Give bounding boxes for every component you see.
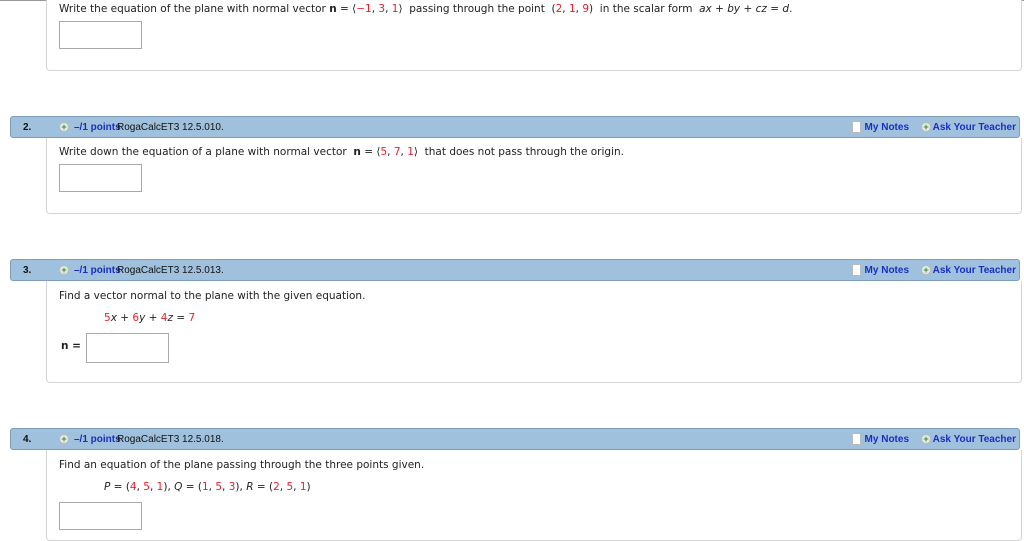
note-page-icon (852, 121, 861, 133)
question-2-answer-input[interactable] (59, 164, 142, 192)
expand-plus-icon[interactable]: + (59, 434, 69, 444)
text-segment: ⟩ that does not pass through the origin. (413, 146, 624, 158)
math-variable: R (246, 481, 254, 493)
text-segment: , (387, 146, 394, 158)
text-segment: Write down the equation of a plane with … (59, 146, 354, 158)
text-segment: ), (235, 481, 247, 493)
math-variable: cz (755, 3, 767, 15)
my-notes-link[interactable]: My Notes (865, 265, 909, 276)
note-page-icon (852, 433, 861, 445)
note-page-icon (852, 264, 861, 276)
points-link[interactable]: –/1 points (74, 265, 121, 276)
question-3-text: Find a vector normal to the plane with t… (59, 290, 365, 302)
text-segment: Find a vector normal to the plane with t… (59, 290, 366, 302)
given-value: 7 (188, 312, 196, 324)
text-segment: Write the equation of the plane with nor… (59, 3, 330, 15)
question-1-answer-input[interactable] (59, 21, 142, 49)
text-segment: , (562, 3, 569, 15)
question-3-equation: 5x + 6y + 4z = 7 (104, 312, 195, 324)
question-2-header: 2. + –/1 points RogaCalcET3 12.5.010. My… (10, 116, 1020, 138)
question-number: 2. (23, 122, 32, 133)
text-segment: , (385, 3, 392, 15)
question-code: RogaCalcET3 12.5.010. (117, 122, 224, 133)
text-segment: + (116, 312, 133, 324)
text-segment: + (145, 312, 161, 324)
question-number: 4. (23, 434, 32, 445)
ask-your-teacher-link[interactable]: Ask Your Teacher (933, 122, 1016, 133)
points-link[interactable]: –/1 points (74, 122, 121, 133)
text-segment: , (149, 481, 157, 493)
given-value: 1 (407, 146, 414, 158)
given-value: 2 (273, 481, 280, 493)
ask-plus-icon: + (921, 265, 931, 275)
text-segment: = ⟨ (360, 146, 381, 158)
text-segment: ) (306, 481, 311, 493)
text-segment: ), (163, 481, 175, 493)
math-variable: by (727, 3, 741, 15)
vector-symbol: n (329, 3, 337, 15)
question-4-points: P = (4, 5, 1), Q = (1, 5, 3), R = (2, 5,… (104, 481, 311, 493)
given-value: 1 (568, 3, 576, 15)
text-segment: ⟩ passing through the point ( (398, 3, 556, 15)
text-segment: = ( (182, 481, 202, 493)
ask-plus-icon: + (921, 122, 931, 132)
text-segment: = ( (110, 481, 130, 493)
question-2-text: Write down the equation of a plane with … (59, 146, 624, 158)
text-segment: , (222, 481, 229, 493)
given-value: 1 (201, 481, 209, 493)
ask-plus-icon: + (921, 434, 931, 444)
expand-plus-icon[interactable]: + (59, 122, 69, 132)
ask-your-teacher-link[interactable]: Ask Your Teacher (933, 265, 1016, 276)
points-link[interactable]: –/1 points (74, 434, 121, 445)
text-segment: = (172, 312, 189, 324)
text-segment: , (293, 481, 300, 493)
text-segment: = (766, 3, 783, 15)
question-3-header: 3. + –/1 points RogaCalcET3 12.5.013. My… (10, 259, 1020, 281)
given-value: 1 (299, 481, 307, 493)
given-value: 5 (143, 481, 150, 493)
text-segment: + (711, 3, 728, 15)
given-value: 7 (393, 146, 401, 158)
question-number: 3. (23, 265, 32, 276)
question-3-answer-input[interactable] (86, 333, 169, 363)
text-segment: Find an equation of the plane passing th… (59, 459, 425, 471)
vector-symbol: n (353, 146, 361, 158)
given-value: −1 (356, 3, 372, 15)
question-code: RogaCalcET3 12.5.018. (117, 434, 224, 445)
question-4-text: Find an equation of the plane passing th… (59, 459, 424, 471)
given-value: 5 (104, 312, 111, 324)
question-4-header: 4. + –/1 points RogaCalcET3 12.5.018. My… (10, 428, 1020, 450)
expand-plus-icon[interactable]: + (59, 265, 69, 275)
text-segment: = ⟨ (336, 3, 357, 15)
my-notes-link[interactable]: My Notes (865, 122, 909, 133)
answer-label: n = (61, 340, 81, 352)
math-variable: ax (699, 3, 712, 15)
text-segment: + (740, 3, 756, 15)
question-1-text: Write the equation of the plane with nor… (59, 3, 792, 15)
ask-your-teacher-link[interactable]: Ask Your Teacher (933, 434, 1016, 445)
given-value: 4 (129, 481, 137, 493)
my-notes-link[interactable]: My Notes (865, 434, 909, 445)
text-segment: ) in the scalar form (589, 3, 700, 15)
text-segment: = ( (253, 481, 274, 493)
text-segment: . (789, 3, 793, 15)
question-code: RogaCalcET3 12.5.013. (117, 265, 224, 276)
